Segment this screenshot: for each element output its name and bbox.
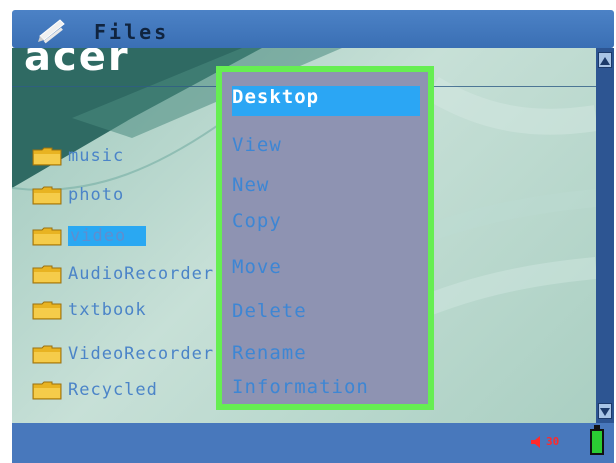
list-item[interactable]: VideoRecorder — [32, 342, 214, 366]
menu-item-desktop[interactable]: Desktop — [232, 86, 420, 116]
file-name: photo — [68, 185, 125, 205]
menu-item-copy[interactable]: Copy — [232, 210, 282, 232]
arrow-up-icon — [600, 57, 610, 65]
menu-item-rename[interactable]: Rename — [232, 342, 307, 364]
volume-level: 30 — [546, 435, 560, 448]
list-item[interactable]: txtbook — [32, 298, 147, 322]
file-name: VideoRecorder — [68, 344, 215, 364]
file-name: music — [68, 146, 125, 166]
menu-item-new[interactable]: New — [232, 174, 269, 196]
menu-item-move[interactable]: Move — [232, 256, 282, 278]
file-list: music photo video AudioRecorder txtbook … — [12, 48, 232, 423]
menu-item-information[interactable]: Information — [232, 376, 369, 398]
battery-icon — [590, 429, 604, 455]
folder-icon — [32, 227, 62, 246]
folder-icon — [32, 301, 62, 320]
files-pen-icon — [38, 19, 65, 44]
list-item[interactable]: music — [32, 144, 124, 168]
file-name: AudioRecorder — [68, 264, 215, 284]
list-item[interactable]: photo — [32, 183, 124, 207]
folder-icon — [32, 147, 62, 166]
menu-item-delete[interactable]: Delete — [232, 300, 307, 322]
folder-icon — [32, 345, 62, 364]
scrollbar[interactable] — [596, 48, 614, 423]
scroll-up-button[interactable] — [598, 52, 612, 68]
folder-icon — [32, 381, 62, 400]
arrow-down-icon — [600, 408, 610, 416]
list-item-selected[interactable]: video — [32, 224, 147, 248]
screen: Files acer music photo video AudioRecord… — [0, 0, 616, 463]
menu-item-view[interactable]: View — [232, 134, 282, 156]
context-menu: Desktop View New Copy Move Delete Rename… — [216, 66, 434, 410]
list-item[interactable]: AudioRecorder — [32, 262, 214, 286]
folder-icon — [32, 265, 62, 284]
file-name: Recycled — [68, 380, 158, 400]
window-title: Files — [94, 20, 170, 44]
file-name: video — [68, 226, 147, 246]
scroll-down-button[interactable] — [598, 403, 612, 419]
status-bar: 30 — [12, 423, 614, 463]
file-name: txtbook — [68, 300, 147, 320]
title-bar: Files — [12, 10, 614, 48]
list-item[interactable]: Recycled — [32, 378, 158, 402]
speaker-icon — [531, 436, 540, 448]
folder-icon — [32, 186, 62, 205]
